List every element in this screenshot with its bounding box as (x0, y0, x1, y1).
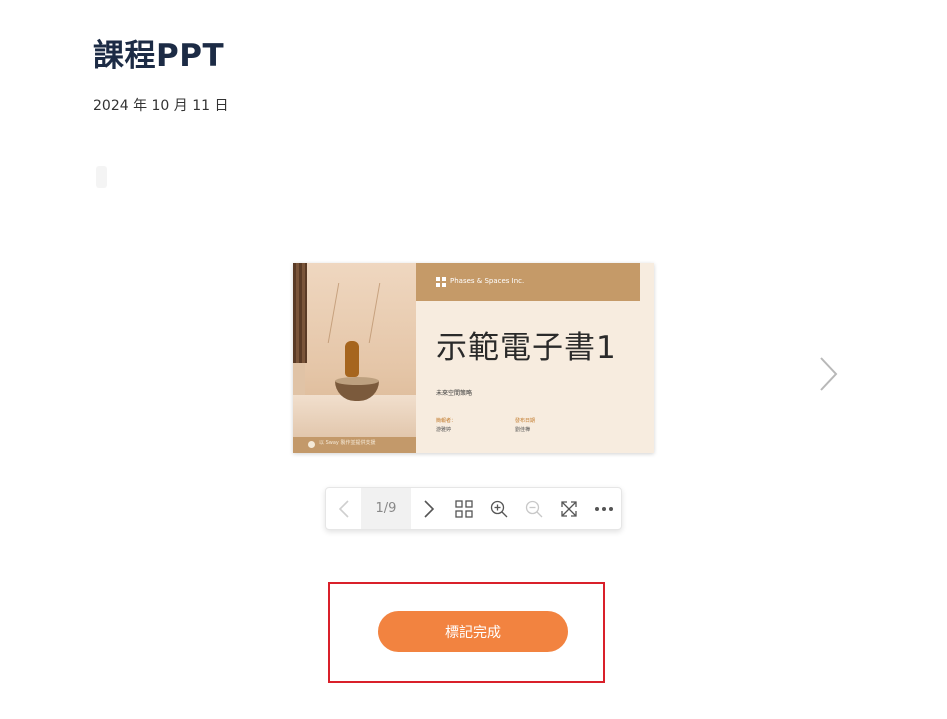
more-icon (594, 506, 613, 511)
slide-photo: 以 Sway 製作並提供支援 (293, 263, 416, 453)
next-slide-arrow-icon[interactable] (816, 355, 842, 393)
page-indicator: 1/9 (361, 488, 411, 529)
next-page-button[interactable] (411, 488, 446, 529)
zoom-in-button[interactable] (481, 488, 516, 529)
chevron-right-icon (423, 499, 434, 518)
fullscreen-icon (560, 500, 577, 517)
slide-header-band: Phases & Spaces Inc. (416, 263, 640, 301)
zoom-in-icon (490, 500, 507, 517)
placeholder-block (96, 166, 107, 188)
slide-subtitle: 未來空間策略 (436, 390, 473, 397)
page-date: 2024 年 10 月 11 日 (93, 98, 229, 114)
grid-view-button[interactable] (446, 488, 481, 529)
viewer-toolbar: 1/9 (325, 487, 622, 530)
slide-heading: 示範電子書1 (436, 330, 617, 366)
slide-brand: Phases & Spaces Inc. (450, 277, 525, 285)
brand-logo-icon (436, 277, 447, 287)
slide-meta-date: 發布日期 劉佳樺 (515, 418, 536, 433)
zoom-out-button[interactable] (516, 488, 551, 529)
slide-footer: 以 Sway 製作並提供支援 (293, 437, 416, 453)
vase-image (345, 341, 359, 377)
slide-footer-text: 以 Sway 製作並提供支援 (319, 440, 376, 446)
fullscreen-button[interactable] (551, 488, 586, 529)
mark-complete-button[interactable]: 標記完成 (378, 611, 568, 652)
more-options-button[interactable] (586, 488, 621, 529)
zoom-out-icon (525, 500, 542, 517)
chevron-left-icon (338, 499, 349, 518)
prev-page-button[interactable] (326, 488, 361, 529)
page-title: 課程PPT (93, 38, 225, 74)
grid-icon (454, 499, 473, 518)
slide-meta-presenter: 簡報者： 游雅婷 (436, 418, 457, 433)
slide-preview[interactable]: 以 Sway 製作並提供支援 Phases & Spaces Inc. 示範電子… (293, 263, 654, 453)
